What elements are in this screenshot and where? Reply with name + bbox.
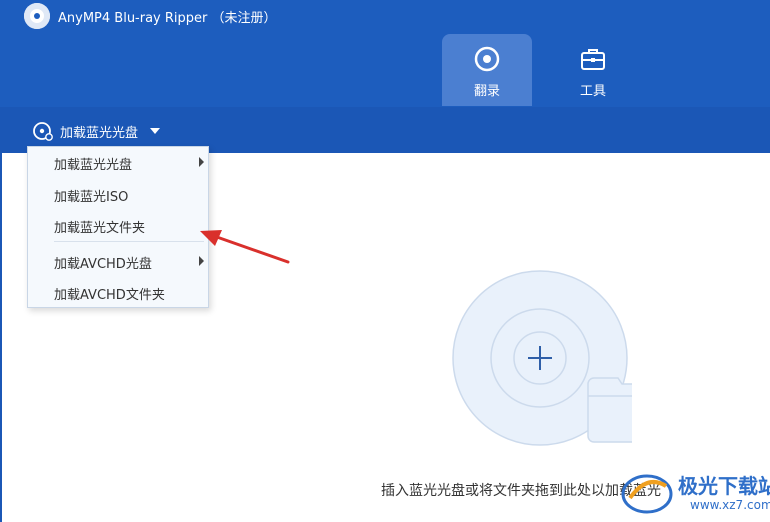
title-bar: AnyMP4 Blu-ray Ripper （未注册） 翻录 工具 — [0, 0, 770, 107]
load-dropdown-menu: 加载蓝光光盘 加载蓝光ISO 加载蓝光文件夹 加载AVCHD光盘 加载AVCHD… — [27, 146, 209, 308]
add-disc-drop-area[interactable] — [452, 270, 632, 450]
toolbox-icon — [581, 49, 605, 70]
watermark-url: www.xz7.com — [690, 498, 770, 512]
load-bluray-button[interactable]: 加载蓝光光盘 — [32, 119, 161, 143]
tab-toolbox-label: 工具 — [579, 84, 606, 99]
menu-item-load-avchd-disc[interactable]: 加载AVCHD光盘 — [28, 246, 208, 276]
menu-item-load-bluray-folder[interactable]: 加载蓝光文件夹 — [28, 210, 208, 240]
window-title: AnyMP4 Blu-ray Ripper （未注册） — [58, 11, 277, 26]
menu-divider — [54, 241, 204, 242]
load-bluray-label: 加载蓝光光盘 — [60, 125, 139, 141]
tab-toolbox[interactable]: 工具 — [548, 34, 638, 106]
window-left-border — [0, 107, 2, 522]
watermark-text: 极光下载站 — [678, 474, 770, 498]
watermark-logo-icon — [621, 474, 673, 514]
annotation-arrow-icon — [200, 230, 290, 264]
disc-load-icon — [33, 122, 53, 141]
watermark: 极光下载站 www.xz7.com — [620, 466, 770, 520]
submenu-arrow-icon — [199, 157, 204, 167]
menu-item-load-avchd-folder[interactable]: 加载AVCHD文件夹 — [28, 277, 208, 307]
ripper-icon — [474, 46, 500, 72]
tab-ripper-label: 翻录 — [473, 84, 500, 99]
app-logo-icon — [24, 3, 50, 29]
menu-item-load-bluray-iso[interactable]: 加载蓝光ISO — [28, 179, 208, 209]
menu-item-load-bluray-disc[interactable]: 加载蓝光光盘 — [28, 147, 208, 177]
drop-hint-text: 插入蓝光光盘或将文件夹拖到此处以加载蓝光 — [381, 483, 661, 499]
tab-ripper[interactable]: 翻录 — [442, 34, 532, 106]
chevron-down-icon[interactable] — [150, 128, 161, 134]
